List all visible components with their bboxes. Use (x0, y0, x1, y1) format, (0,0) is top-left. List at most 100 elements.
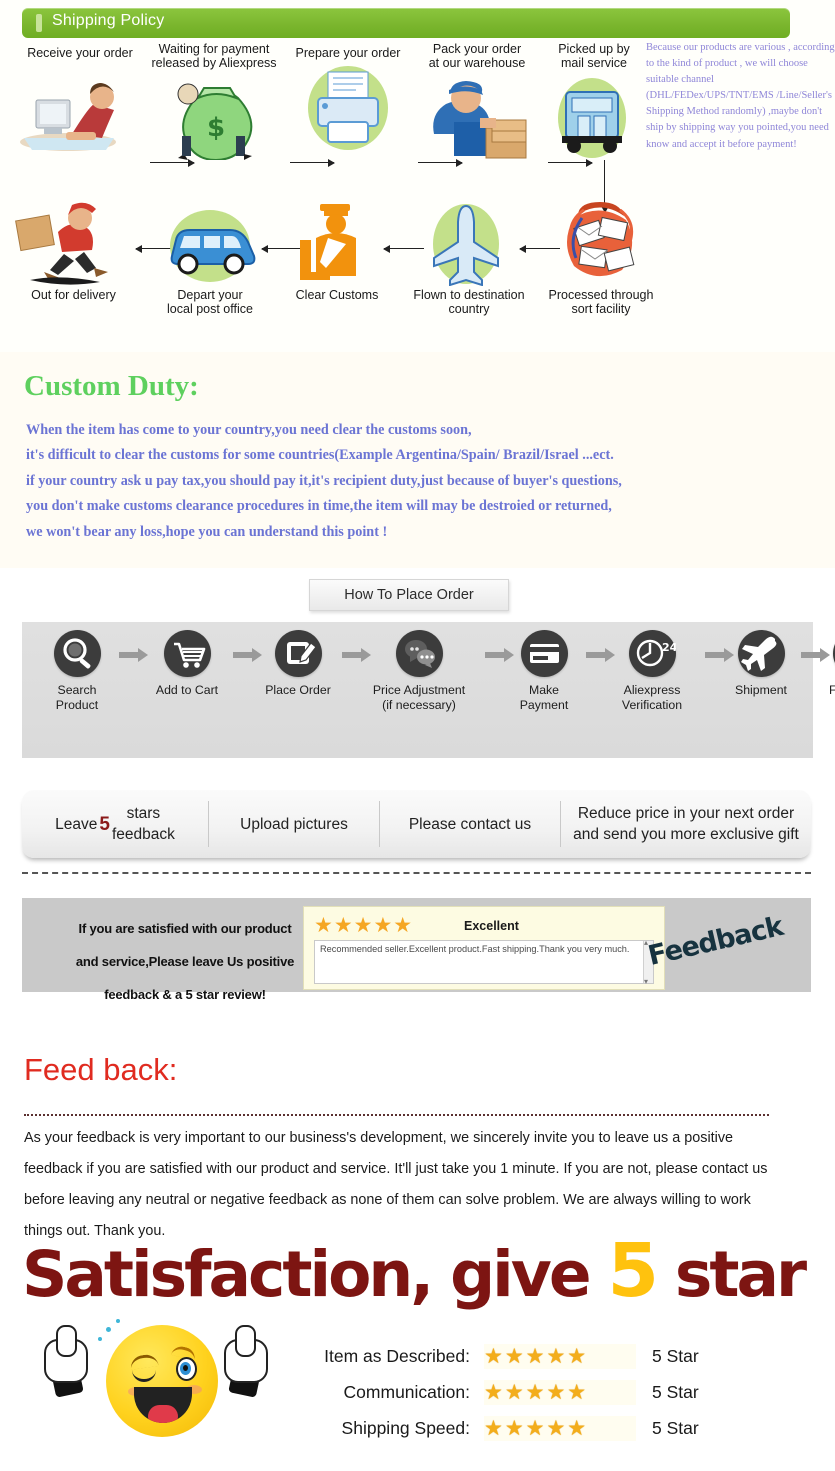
promise-cell-reduce-price[interactable]: Reduce price in your next order and send… (560, 801, 811, 847)
flow-node-label: Depart your local post office (167, 288, 253, 316)
order-step-place-order[interactable]: Place Order (255, 630, 341, 698)
flow-node-out-for-delivery: Out for delivery (6, 198, 141, 302)
shipping-policy-page: Shipping Policy Because our products are… (0, 0, 835, 1471)
rating-stars: ★★★★★ (484, 1379, 636, 1405)
rating-label: Shipping Speed: (341, 1417, 470, 1438)
feedback-request-text: If you are satisfied with our product an… (75, 921, 295, 1002)
promise-cell-text-pre: Leave (55, 815, 98, 833)
credit-card-icon (520, 630, 568, 677)
satisfaction-part1: Satisfaction, give (22, 1238, 608, 1311)
smiley-thumbs-up-icon (28, 1305, 283, 1455)
mail-sorting-icon (536, 198, 666, 286)
step-arrow (233, 648, 262, 662)
flow-node-sort-facility: Processed through sort facility (536, 198, 666, 316)
satisfaction-five: 5 (607, 1228, 659, 1314)
promise-strip: Leave 5 stars feedback Upload pictures P… (22, 790, 811, 858)
feedback-paragraph: As your feedback is very important to ou… (24, 1130, 768, 1239)
shipping-policy-section: Shipping Policy Because our products are… (0, 0, 835, 352)
order-step-make-payment[interactable]: Make Payment (505, 630, 583, 712)
order-step-aliexpress-verification[interactable]: 24 Aliexpress Verification (602, 630, 702, 712)
flow-node-pack-order: Pack your order at our warehouse (404, 42, 550, 160)
money-bag-icon: $ (140, 74, 288, 162)
post-van-icon (150, 198, 270, 286)
worker-packing-icon (404, 74, 550, 160)
feedback-request-band: If you are satisfied with our product an… (22, 898, 811, 1002)
custom-duty-line: When the item has come to your country,y… (26, 422, 472, 438)
how-to-place-order-button[interactable]: How To Place Order (309, 579, 509, 611)
order-steps-band: Search Product Add to Cart Place Order P… (22, 622, 835, 758)
satisfaction-text: Satisfaction, give 5 star (22, 1234, 807, 1311)
promise-cell-text-post: stars feedback (111, 805, 175, 843)
flow-node-prepare-order: Prepare your order (278, 46, 418, 152)
flow-node-waiting-payment: Waiting for payment released by Aliexpre… (140, 42, 288, 162)
flow-node-flown-destination: Flown to destination country (404, 198, 534, 316)
printer-icon (278, 64, 418, 152)
ratings-list: Item as Described: ★★★★★ 5 Star Communic… (290, 1338, 810, 1446)
review-textarea[interactable]: Recommended seller.Excellent product.Fas… (314, 938, 654, 986)
flow-node-receive-order: Receive your order (10, 46, 150, 152)
header-accent-bar-icon (36, 14, 42, 32)
custom-duty-title: Custom Duty: (24, 370, 199, 402)
smile-mouth-icon (134, 1387, 192, 1423)
order-step-search-product[interactable]: Search Product (38, 630, 116, 712)
airplane-icon (404, 198, 534, 287)
promise-cell-text: Reduce price in your next order and send… (573, 805, 799, 843)
delivery-man-running-icon (6, 198, 141, 286)
flow-node-label: Processed through sort facility (548, 288, 654, 316)
order-step-label: Feedback (828, 683, 835, 697)
how-to-place-order-section: How To Place Order Search Product Add to… (0, 568, 835, 780)
edit-note-icon (274, 630, 322, 677)
feedback-title: Feed back: (24, 1052, 178, 1087)
rating-row: Communication: ★★★★★ 5 Star (290, 1374, 810, 1410)
review-text: Recommended seller.Excellent product.Fas… (320, 944, 630, 954)
review-stars: ★★★★★ (314, 914, 414, 937)
promise-cell-upload-pictures[interactable]: Upload pictures (208, 801, 379, 847)
shipping-policy-header: Shipping Policy (22, 8, 790, 38)
shipping-flow-row-1: Receive your order Waiting for payment r… (0, 42, 835, 186)
flow-node-label: Flown to destination country (413, 288, 525, 316)
promise-cell-leave-5-stars[interactable]: Leave 5 stars feedback (22, 801, 208, 847)
promise-cell-text: Please contact us (408, 815, 532, 833)
rating-value: 5 Star (652, 1381, 699, 1402)
rating-row: Shipping Speed: ★★★★★ 5 Star (290, 1410, 810, 1446)
order-step-label: Price Adjustment (if necessary) (372, 683, 466, 712)
custom-duty-line: you don't make customs clearance procedu… (26, 498, 612, 515)
rating-stars: ★★★★★ (484, 1415, 636, 1441)
order-step-add-to-cart[interactable]: Add to Cart (144, 630, 230, 698)
dotted-rule (24, 1114, 769, 1116)
rating-value: 5 Star (652, 1345, 699, 1366)
custom-duty-line: it's difficult to clear the customs for … (26, 447, 614, 464)
review-card: ★★★★★ Excellent Recommended seller.Excel… (303, 906, 665, 990)
svg-text:24: 24 (662, 641, 676, 654)
rating-value: 5 Star (652, 1417, 699, 1438)
order-step-price-adjustment[interactable]: Price Adjustment (if necessary) (354, 630, 484, 712)
flow-arrow (548, 158, 593, 167)
customs-officer-icon (282, 198, 392, 286)
airplane-icon (737, 630, 785, 677)
rating-label: Item as Described: (324, 1345, 470, 1366)
thumb-left-icon (42, 1325, 88, 1398)
flow-arrow (150, 158, 195, 167)
flow-arrow (290, 158, 335, 167)
rating-row: Item as Described: ★★★★★ 5 Star (290, 1338, 810, 1374)
promise-cell-text: Upload pictures (240, 815, 348, 833)
order-step-shipment[interactable]: Shipment (722, 630, 800, 698)
flow-node-label: Receive your order (27, 46, 133, 60)
flow-node-label: Clear Customs (295, 288, 379, 302)
promise-cell-contact-us[interactable]: Please contact us (379, 801, 560, 847)
flow-node-label: Out for delivery (31, 288, 116, 302)
dashed-divider (22, 872, 811, 874)
magnifier-icon (53, 630, 101, 677)
satisfaction-part2: star (656, 1238, 807, 1311)
order-step-label: Make Payment (519, 683, 569, 712)
order-step-label: Add to Cart (155, 683, 219, 697)
order-step-feedback[interactable]: Feedback (817, 630, 835, 698)
smiley-face-icon (106, 1325, 218, 1437)
rating-label: Communication: (343, 1381, 470, 1402)
shopping-cart-icon (163, 630, 211, 677)
open-eye-icon (176, 1357, 197, 1381)
flow-node-clear-customs: Clear Customs (282, 198, 392, 302)
step-arrow (119, 648, 148, 662)
review-rating-label: Excellent (464, 919, 519, 933)
step-arrow (485, 648, 514, 662)
